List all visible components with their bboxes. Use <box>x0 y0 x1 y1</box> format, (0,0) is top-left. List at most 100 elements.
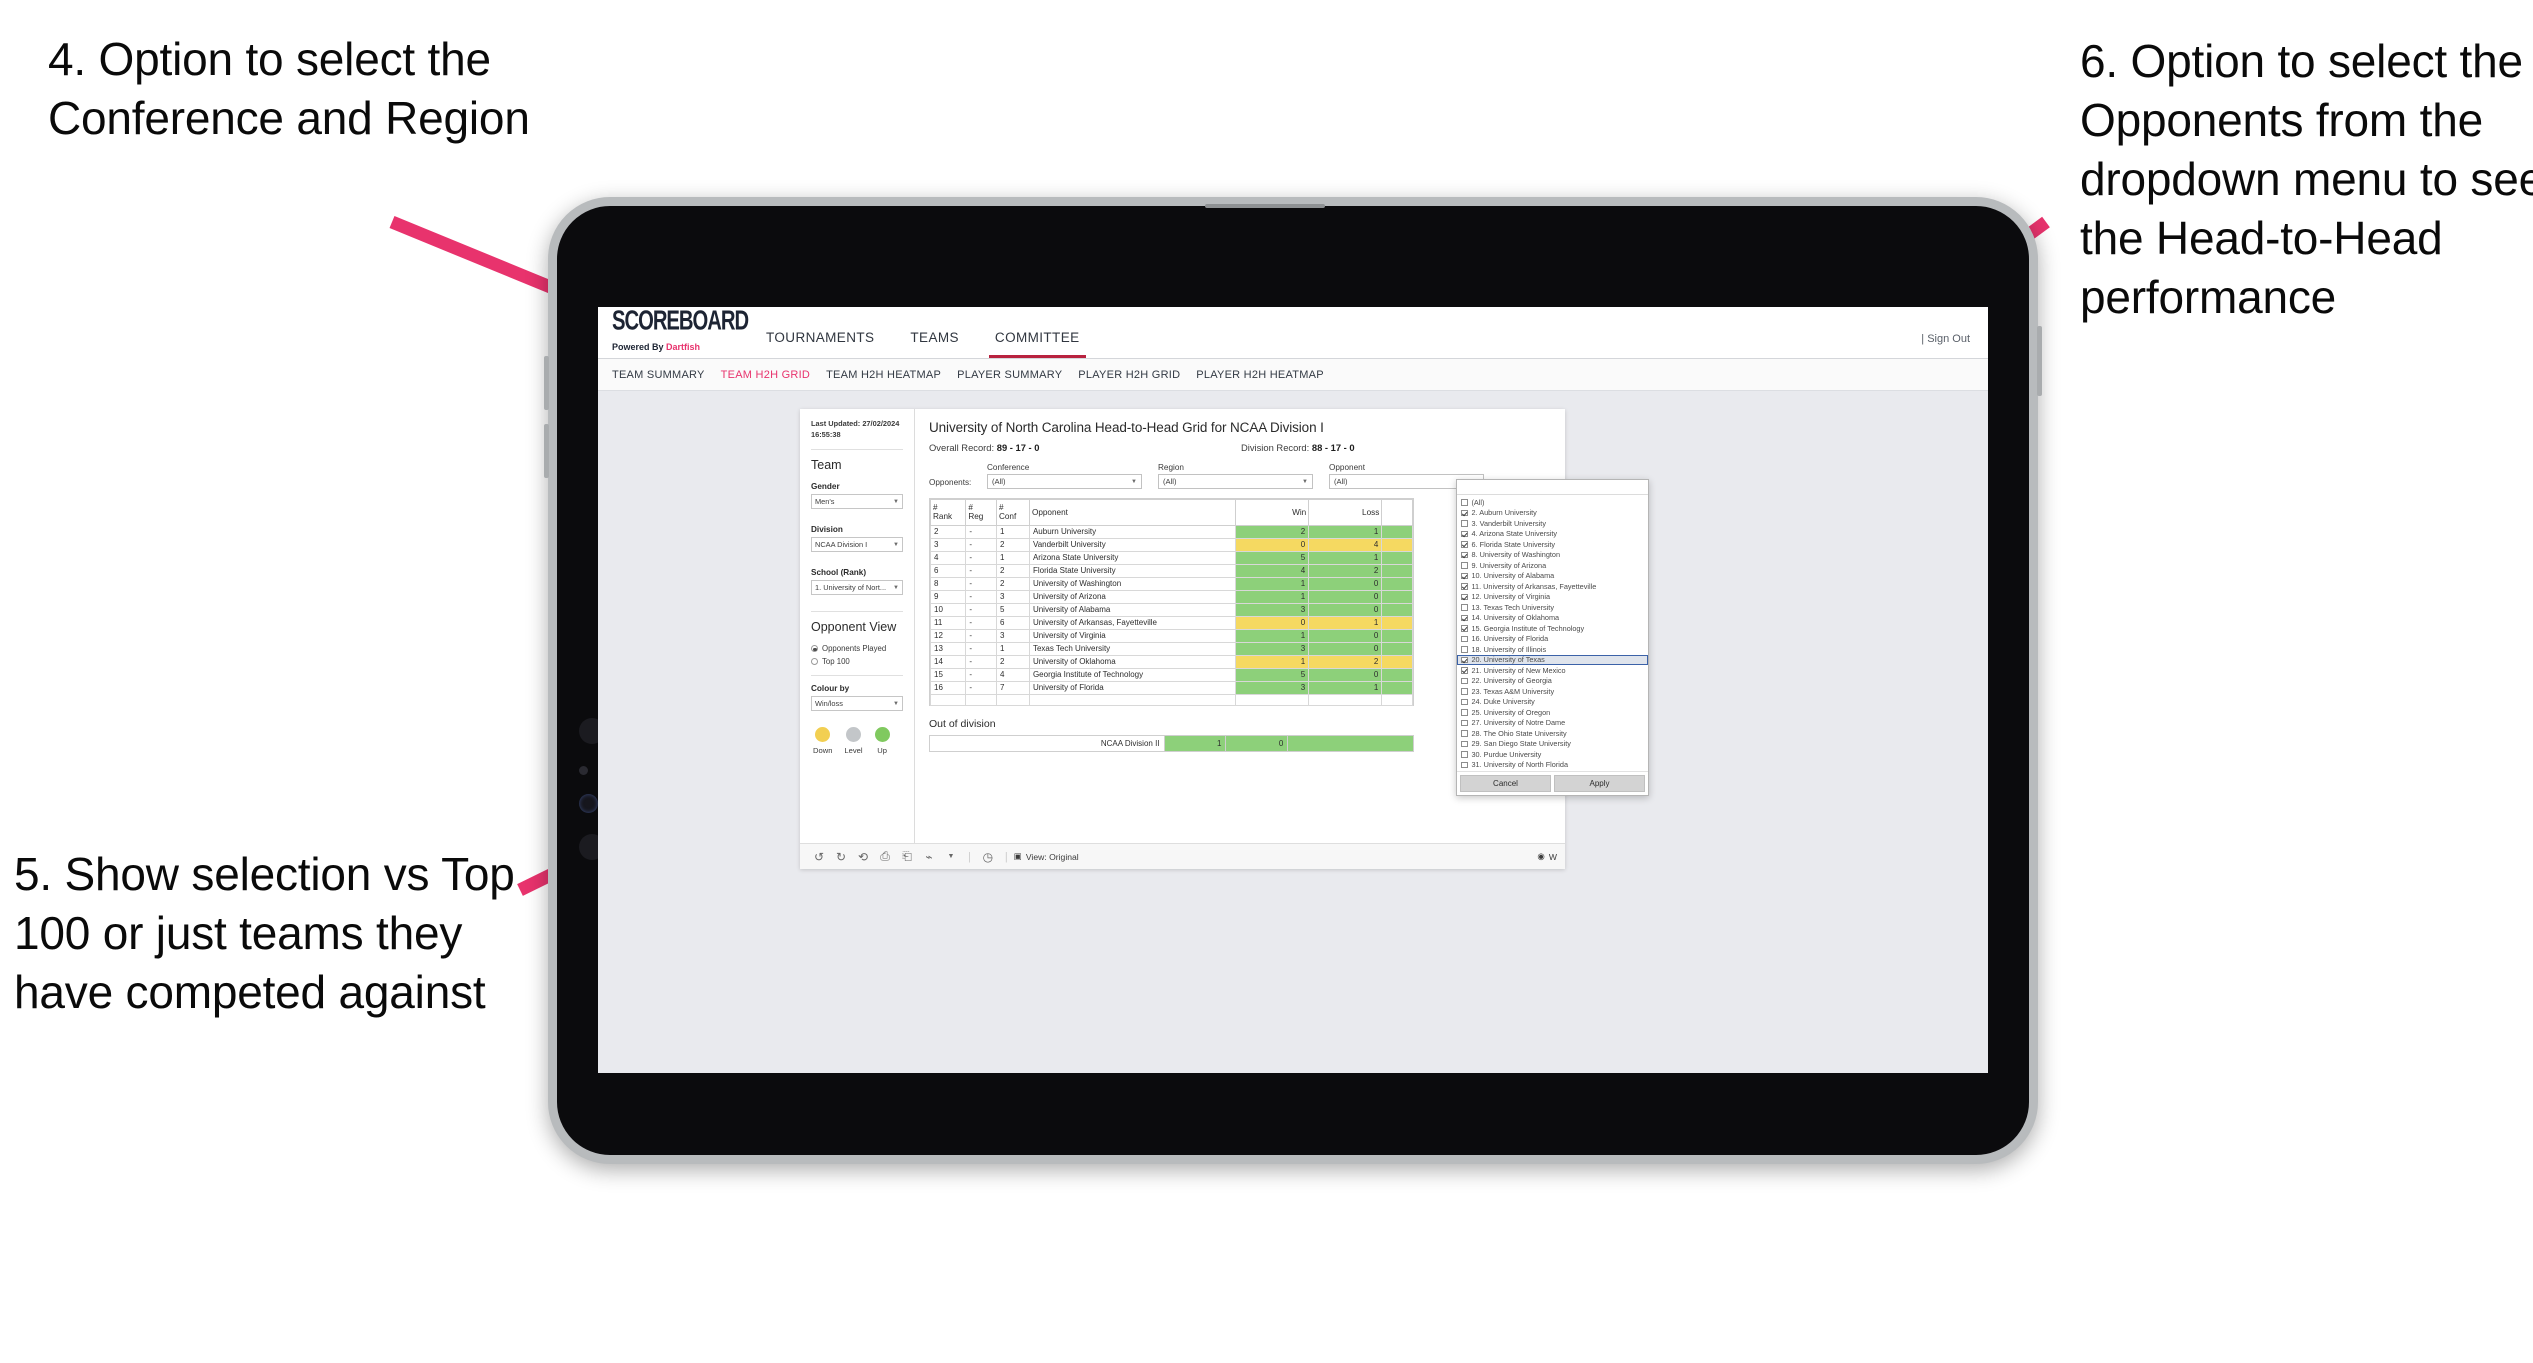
checkbox-checked-icon[interactable] <box>1461 551 1468 558</box>
table-row[interactable]: 8-2 University of Washington 1 0 <box>929 576 1413 591</box>
checkbox-unchecked-icon[interactable] <box>1461 635 1468 642</box>
opponent-dropdown-popup[interactable]: (All) 2. Auburn University 3. Vanderbilt U… <box>1456 479 1649 796</box>
opponent-option[interactable]: 11. University of Arkansas, Fayetteville <box>1457 581 1648 592</box>
checkbox-checked-icon[interactable] <box>1461 625 1468 632</box>
subnav-item-team-h2h-heatmap[interactable]: TEAM H2H HEATMAP <box>826 369 957 381</box>
opponent-option[interactable]: 13. Texas Tech University <box>1457 602 1648 613</box>
checkbox-checked-icon[interactable] <box>1461 509 1468 516</box>
opponent-option[interactable]: 24. Duke University <box>1457 697 1648 708</box>
table-row[interactable]: 2-1 Auburn University 2 1 <box>929 524 1413 539</box>
table-row[interactable]: 3-2 Vanderbilt University 0 4 <box>929 537 1413 552</box>
col-conf[interactable]: # Conf <box>995 499 1030 526</box>
checkbox-checked-icon[interactable] <box>1461 593 1468 600</box>
view-original-button[interactable]: ▣ View: Original <box>1014 851 1079 862</box>
division-select[interactable]: NCAA Division I ▼ <box>811 537 903 553</box>
redo-icon[interactable]: ↻ <box>830 850 852 864</box>
radio-opponents-played[interactable]: Opponents Played <box>811 644 903 653</box>
colour-by-select[interactable]: Win/loss ▼ <box>811 696 903 712</box>
checkbox-checked-icon[interactable] <box>1461 614 1468 621</box>
watch-toolbar-item[interactable]: ◉ W <box>1537 851 1557 862</box>
checkbox-checked-icon[interactable] <box>1461 583 1468 590</box>
share-icon[interactable]: ⌁ <box>918 850 940 864</box>
checkbox-unchecked-icon[interactable] <box>1461 751 1468 758</box>
refresh-data-icon[interactable]: ⎙ <box>874 849 896 864</box>
checkbox-unchecked-icon[interactable] <box>1461 604 1468 611</box>
col-rank[interactable]: # Rank <box>929 499 967 526</box>
checkbox-checked-icon[interactable] <box>1461 667 1468 674</box>
checkbox-checked-icon[interactable] <box>1461 656 1468 663</box>
subnav-item-team-h2h-grid[interactable]: TEAM H2H GRID <box>721 369 826 381</box>
radio-top-100[interactable]: Top 100 <box>811 657 903 666</box>
opponent-option[interactable]: 15. Georgia Institute of Technology <box>1457 623 1648 634</box>
opponent-option[interactable]: 10. University of Alabama <box>1457 571 1648 582</box>
checkbox-checked-icon[interactable] <box>1461 530 1468 537</box>
gender-select[interactable]: Men's ▼ <box>811 494 903 510</box>
subnav-item-player-h2h-grid[interactable]: PLAYER H2H GRID <box>1078 369 1196 381</box>
checkbox-unchecked-icon[interactable] <box>1461 646 1468 653</box>
opponent-option[interactable]: 6. Florida State University <box>1457 539 1648 550</box>
apply-button[interactable]: Apply <box>1554 775 1645 792</box>
table-row[interactable]: 9-3 University of Arizona 1 0 <box>929 589 1413 604</box>
checkbox-unchecked-icon[interactable] <box>1461 709 1468 716</box>
subnav-item-team-summary[interactable]: TEAM SUMMARY <box>612 369 721 381</box>
checkbox-unchecked-icon[interactable] <box>1461 499 1468 506</box>
opponent-option[interactable]: (All) <box>1457 497 1648 508</box>
checkbox-unchecked-icon[interactable] <box>1461 562 1468 569</box>
table-row[interactable]: 6-2 Florida State University 4 2 <box>929 563 1413 578</box>
undo-icon[interactable]: ↺ <box>808 850 830 864</box>
checkbox-checked-icon[interactable] <box>1461 541 1468 548</box>
table-row[interactable]: 12-3 University of Virginia 1 0 <box>929 628 1413 643</box>
opponent-option[interactable]: 4. Arizona State University <box>1457 529 1648 540</box>
checkbox-unchecked-icon[interactable] <box>1461 719 1468 726</box>
checkbox-unchecked-icon[interactable] <box>1461 520 1468 527</box>
opponent-option[interactable]: 12. University of Virginia <box>1457 592 1648 603</box>
opponent-option[interactable]: 8. University of Washington <box>1457 550 1648 561</box>
table-row[interactable]: 10-5 University of Alabama 3 0 <box>929 602 1413 617</box>
revert-icon[interactable]: ⟲ <box>852 850 874 864</box>
opponent-option[interactable]: 18. University of Illinois <box>1457 644 1648 655</box>
conference-dropdown[interactable]: (All) ▼ <box>987 474 1142 489</box>
table-row[interactable]: 4-1 Arizona State University 5 1 <box>929 550 1413 565</box>
opponent-option[interactable]: 22. University of Georgia <box>1457 676 1648 687</box>
opponent-option[interactable]: 23. Texas A&M University <box>1457 686 1648 697</box>
checkbox-unchecked-icon[interactable] <box>1461 730 1468 737</box>
checkbox-unchecked-icon[interactable] <box>1461 688 1468 695</box>
checkbox-unchecked-icon[interactable] <box>1461 698 1468 705</box>
opponent-option[interactable]: 16. University of Florida <box>1457 634 1648 645</box>
school-rank-select[interactable]: 1. University of Nort... ▼ <box>811 580 903 596</box>
opponent-option[interactable]: 31. University of North Florida <box>1457 760 1648 771</box>
subnav-item-player-h2h-heatmap[interactable]: PLAYER H2H HEATMAP <box>1196 369 1340 381</box>
opponent-option[interactable]: 25. University of Oregon <box>1457 707 1648 718</box>
topnav-item-committee[interactable]: COMMITTEE <box>977 330 1098 358</box>
col-reg[interactable]: # Reg <box>965 499 997 526</box>
opponent-option[interactable]: 3. Vanderbilt University <box>1457 518 1648 529</box>
col-loss[interactable]: Loss <box>1308 499 1383 526</box>
pause-updates-icon[interactable]: ⎗ <box>896 849 918 864</box>
opponent-option[interactable]: 30. Purdue University <box>1457 749 1648 760</box>
checkbox-unchecked-icon[interactable] <box>1461 761 1468 768</box>
opponent-option[interactable]: 21. University of New Mexico <box>1457 665 1648 676</box>
opponent-option[interactable]: 20. University of Texas <box>1457 654 1648 665</box>
sign-out-link[interactable]: | Sign Out <box>1921 333 1988 358</box>
opponent-option[interactable]: 29. San Diego State University <box>1457 739 1648 750</box>
opponent-option[interactable]: 14. University of Oklahoma <box>1457 613 1648 624</box>
subnav-item-player-summary[interactable]: PLAYER SUMMARY <box>957 369 1078 381</box>
topnav-item-teams[interactable]: TEAMS <box>892 330 977 358</box>
opponent-option[interactable]: 9. University of Arizona <box>1457 560 1648 571</box>
opponent-option[interactable]: 27. University of Notre Dame <box>1457 718 1648 729</box>
power-button[interactable] <box>2037 326 2042 396</box>
opponent-option[interactable]: 28. The Ohio State University <box>1457 728 1648 739</box>
table-row[interactable]: 11-6 University of Arkansas, Fayetteville… <box>929 615 1413 630</box>
col-win[interactable]: Win <box>1235 499 1310 526</box>
opponent-option[interactable]: 2. Auburn University <box>1457 508 1648 519</box>
region-dropdown[interactable]: (All) ▼ <box>1158 474 1313 489</box>
opponent-options-list[interactable]: (All) 2. Auburn University 3. Vanderbilt U… <box>1457 495 1648 771</box>
checkbox-checked-icon[interactable] <box>1461 572 1468 579</box>
cancel-button[interactable]: Cancel <box>1460 775 1551 792</box>
table-row[interactable]: 13-1 Texas Tech University 3 0 <box>929 641 1413 656</box>
checkbox-unchecked-icon[interactable] <box>1461 677 1468 684</box>
checkbox-unchecked-icon[interactable] <box>1461 740 1468 747</box>
opponent-search-input[interactable] <box>1457 480 1648 495</box>
app-logo[interactable]: SCOREBOARD Powered By Dartfish <box>598 307 749 358</box>
chevron-down-icon[interactable]: ▼ <box>940 853 962 860</box>
